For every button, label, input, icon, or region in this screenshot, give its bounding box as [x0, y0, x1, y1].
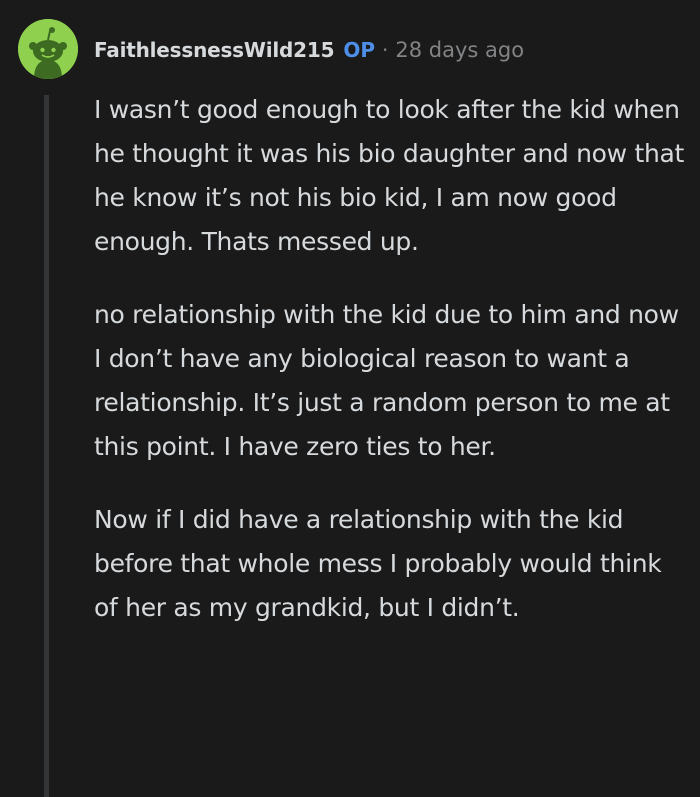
op-badge: OP — [343, 38, 375, 62]
collapse-thread-line[interactable] — [44, 95, 49, 797]
reddit-snoo-avatar-icon — [18, 19, 78, 79]
avatar[interactable] — [18, 19, 78, 79]
comment-paragraph: no relationship with the kid due to him … — [94, 300, 679, 461]
comment-header: FaithlessnessWild215 OP · 28 days ago — [94, 33, 524, 67]
username-link[interactable]: FaithlessnessWild215 — [94, 38, 335, 62]
comment-paragraph: Now if I did have a relationship with th… — [94, 505, 662, 622]
comment-paragraph: I wasn’t good enough to look after the k… — [94, 95, 685, 256]
meta-separator: · — [382, 38, 389, 62]
timestamp-link[interactable]: 28 days ago — [395, 38, 524, 62]
comment-body: I wasn’t good enough to look after the k… — [94, 88, 684, 659]
comment: FaithlessnessWild215 OP · 28 days ago I … — [0, 0, 700, 797]
